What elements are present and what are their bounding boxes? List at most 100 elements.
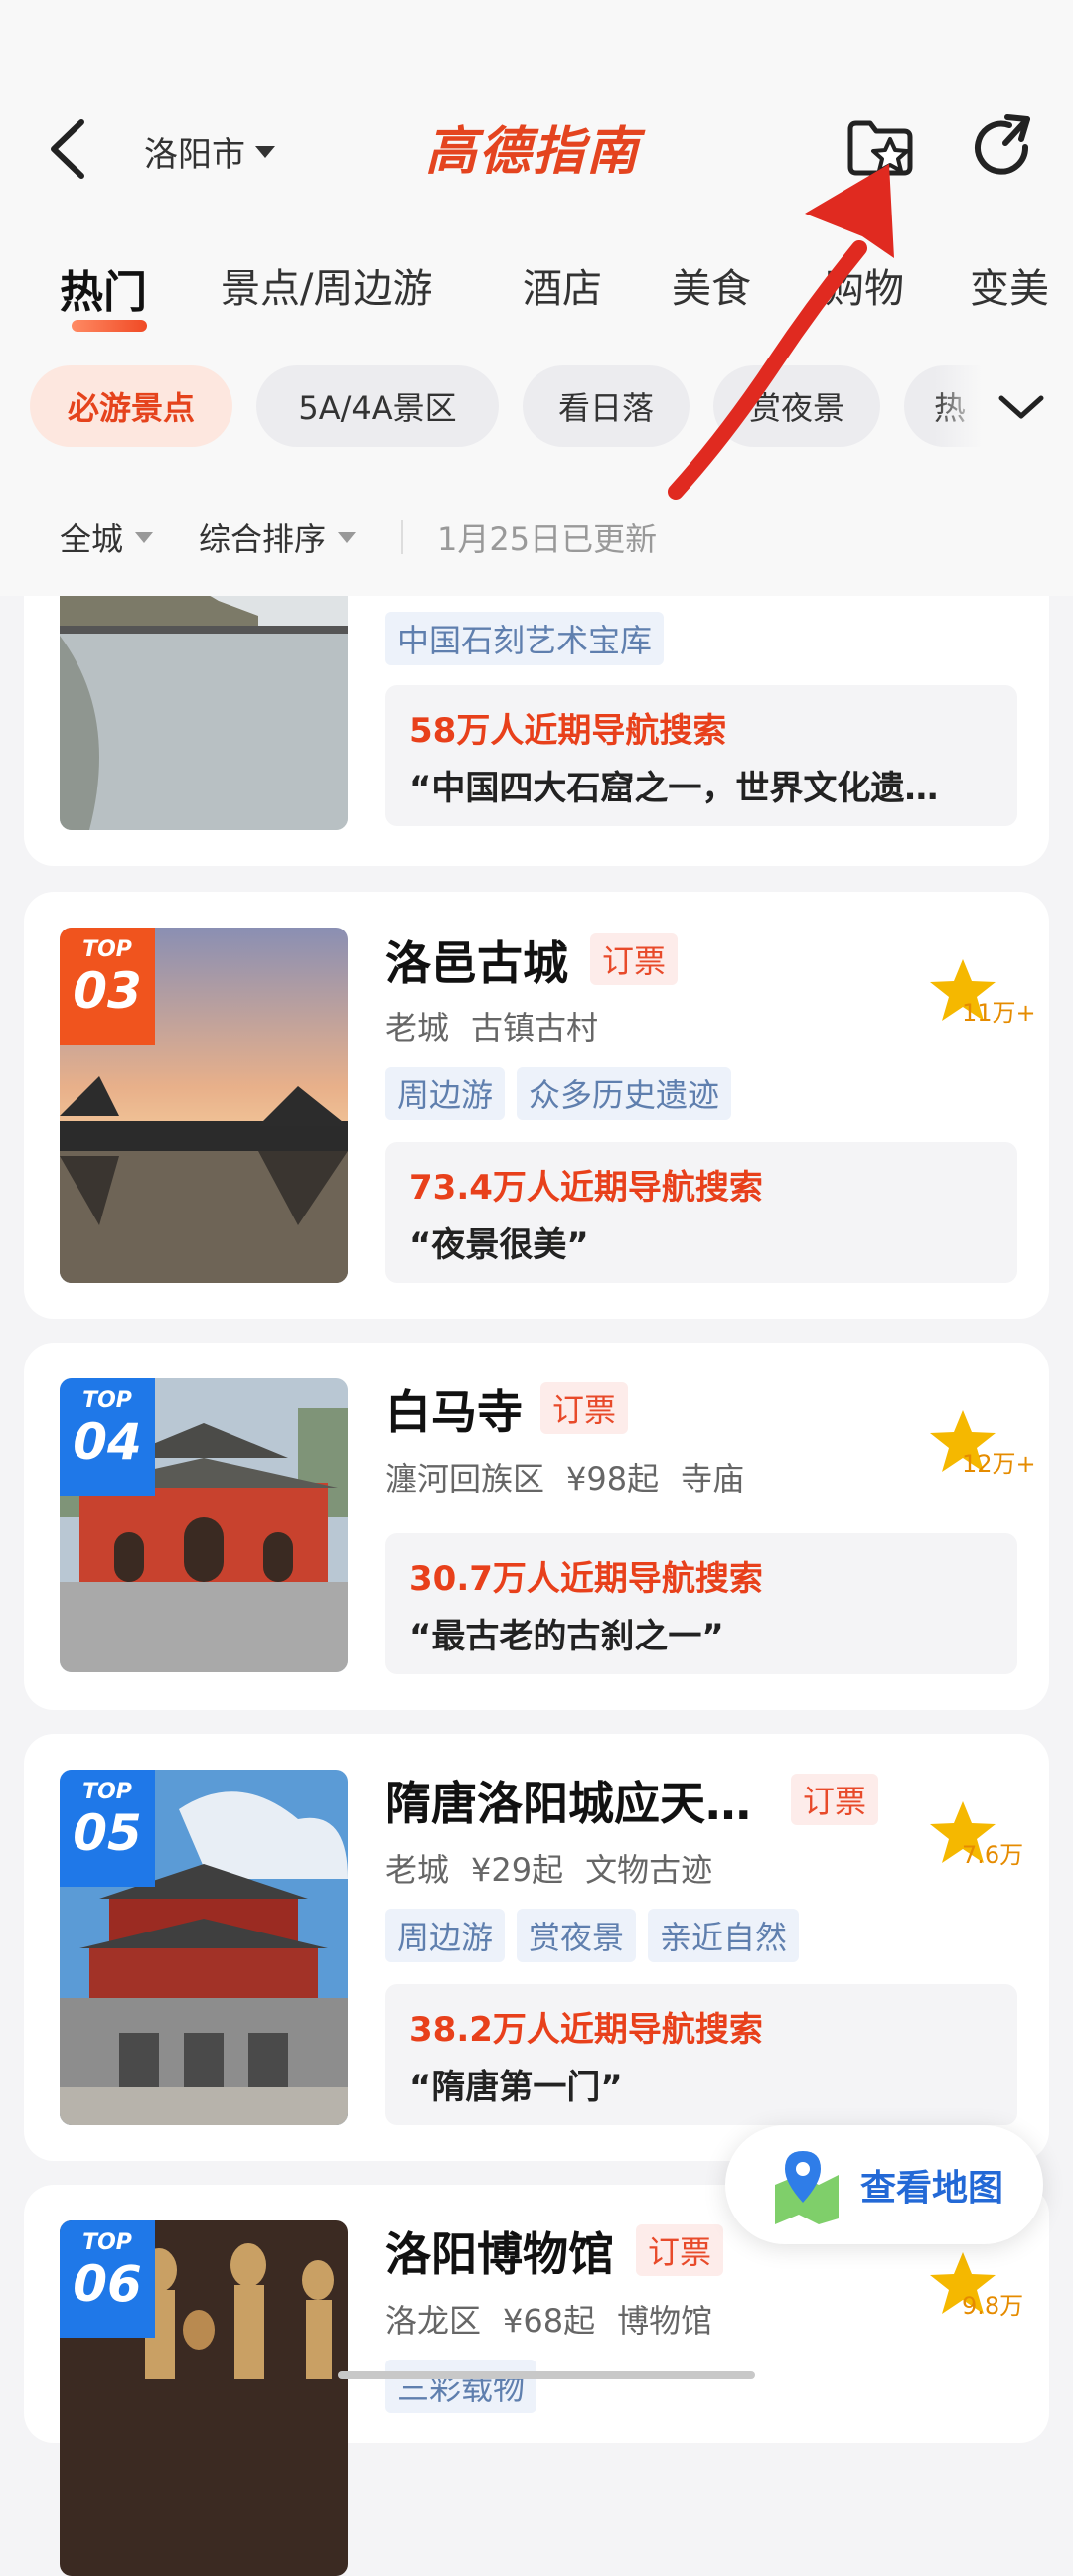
- scope-label: 全城: [60, 520, 124, 558]
- chip-sunset[interactable]: 看日落: [523, 365, 690, 447]
- spot-district: 瀍河回族区: [385, 1460, 545, 1498]
- back-arrow-icon[interactable]: [40, 114, 99, 184]
- chevron-down-icon[interactable]: [994, 382, 1049, 432]
- share-icon[interactable]: [966, 109, 1041, 185]
- spot-photo: [60, 556, 348, 830]
- spot-tags: 三彩载物: [385, 2360, 537, 2413]
- spot-photo: TOP 03: [60, 928, 348, 1283]
- active-tab-indicator: [72, 320, 147, 332]
- search-count: 30.7万人近期导航搜索: [409, 1559, 763, 1599]
- tab-hotel[interactable]: 酒店: [523, 256, 602, 314]
- spot-card[interactable]: TOP 03 洛邑古城 订票 老城 古镇古村 周边游 众多历史遗迹 73.4万人近…: [24, 892, 1049, 1319]
- spot-price: ¥98起: [566, 1460, 660, 1498]
- spot-meta: 瀍河回族区 ¥98起 寺庙: [385, 1454, 766, 1500]
- city-selector[interactable]: 洛阳市: [144, 127, 275, 176]
- spot-tag: 周边游: [385, 1067, 506, 1120]
- rating-value: 7.6万: [962, 1841, 1024, 1869]
- spot-card[interactable]: TOP 04 白马寺 订票 瀍河回族区 ¥98起 寺庙 30.7万人近期导航搜索 “…: [24, 1343, 1049, 1710]
- tab-hot[interactable]: 热门: [60, 256, 147, 320]
- spot-tags: 周边游 众多历史遗迹: [385, 1067, 732, 1120]
- spot-tags: 中国石刻艺术宝库: [385, 612, 665, 665]
- chevron-down-icon: [255, 145, 275, 158]
- spot-tag: 中国石刻艺术宝库: [385, 612, 665, 665]
- review-quote: “中国四大石窟之一，世界文化遗…: [409, 769, 939, 808]
- review-quote: “夜景很美”: [409, 1225, 589, 1265]
- spot-tag: 三彩载物: [385, 2360, 537, 2413]
- rank-badge: TOP 06: [60, 2220, 155, 2338]
- ticket-badge[interactable]: 订票: [791, 1774, 879, 1825]
- folder-star-icon[interactable]: [843, 109, 918, 185]
- rating-value: 9.8万: [962, 2292, 1024, 2320]
- spot-price: ¥29起: [471, 1851, 564, 1889]
- spot-photo: TOP 05: [60, 1770, 348, 2125]
- chip-must-visit[interactable]: 必游景点: [30, 365, 232, 447]
- spot-meta: 老城 ¥29起 文物古迹: [385, 1845, 734, 1891]
- spot-card[interactable]: TOP 05 隋唐洛阳城应天… 订票 老城 ¥29起 文物古迹 周边游 赏夜景 亲近…: [24, 1734, 1049, 2161]
- spot-tag: 周边游: [385, 1909, 506, 1962]
- top-header: 洛阳市 高德指南 热门 景点/周边游 酒店 美食 购物 变美 必游景点 5A/4…: [0, 0, 1073, 596]
- spot-tag: 赏夜景: [517, 1909, 637, 1962]
- rank-number: 06: [73, 2255, 142, 2313]
- app-logo: 高德指南: [425, 122, 641, 182]
- spot-photo: TOP 06: [60, 2220, 348, 2576]
- rank-top-label: TOP: [82, 937, 132, 962]
- spot-district: 洛龙区: [385, 2302, 482, 2340]
- rank-top-label: TOP: [82, 1780, 132, 1804]
- review-quote: “最古老的古刹之一”: [409, 1617, 724, 1656]
- spot-photo: TOP 04: [60, 1378, 348, 1672]
- spot-price: ¥68起: [503, 2302, 596, 2340]
- chevron-down-icon: [338, 531, 357, 543]
- spot-category: 古镇古村: [471, 1009, 599, 1047]
- spot-title: 洛阳博物馆: [385, 2227, 614, 2281]
- filter-bar: 全城 综合排序 1月25日已更新: [60, 514, 657, 560]
- spot-district: 老城: [385, 1851, 450, 1889]
- ticket-badge[interactable]: 订票: [636, 2224, 724, 2276]
- rating-value: 11万+: [962, 999, 1036, 1027]
- rank-badge: TOP 04: [60, 1378, 155, 1496]
- search-count: 73.4万人近期导航搜索: [409, 1168, 763, 1208]
- search-stats-box: 30.7万人近期导航搜索 “最古老的古刹之一”: [385, 1533, 1017, 1674]
- ticket-badge[interactable]: 订票: [540, 1382, 629, 1434]
- rank-number: 03: [73, 962, 142, 1020]
- spot-card-partial[interactable]: 中国石刻艺术宝库 58万人近期导航搜索 “中国四大石窟之一，世界文化遗…: [24, 556, 1049, 866]
- chevron-down-icon: [135, 531, 154, 543]
- spot-title: 洛邑古城: [385, 936, 568, 990]
- search-stats-box: 38.2万人近期导航搜索 “隋唐第一门”: [385, 1984, 1017, 2125]
- search-stats-box: 58万人近期导航搜索 “中国四大石窟之一，世界文化遗…: [385, 685, 1017, 826]
- sort-filter[interactable]: 综合排序: [199, 514, 357, 560]
- search-count: 38.2万人近期导航搜索: [409, 2010, 763, 2050]
- sort-label: 综合排序: [199, 520, 327, 558]
- rating-badge: 9.8万: [918, 2250, 1037, 2340]
- spot-meta: 洛龙区 ¥68起 博物馆: [385, 2296, 734, 2342]
- chip-5a4a[interactable]: 5A/4A景区: [256, 365, 499, 447]
- filter-chips: 必游景点 5A/4A景区 看日落 赏夜景 热: [0, 365, 1073, 447]
- tab-scenic[interactable]: 景点/周边游: [221, 256, 432, 314]
- tab-food[interactable]: 美食: [672, 256, 751, 314]
- tab-shopping[interactable]: 购物: [825, 256, 904, 314]
- spot-title: 隋唐洛阳城应天…: [385, 1777, 751, 1830]
- city-label: 洛阳市: [144, 135, 245, 175]
- divider: [401, 520, 404, 554]
- rating-badge: 12万+: [918, 1408, 1037, 1498]
- spot-category: 博物馆: [617, 2302, 713, 2340]
- ticket-badge[interactable]: 订票: [590, 933, 679, 985]
- rank-badge: TOP 03: [60, 928, 155, 1045]
- map-pin-icon: [775, 2151, 839, 2224]
- rating-value: 12万+: [962, 1450, 1036, 1478]
- search-count: 58万人近期导航搜索: [409, 711, 727, 751]
- rank-top-label: TOP: [82, 2230, 132, 2255]
- spot-district: 老城: [385, 1009, 450, 1047]
- tab-beauty[interactable]: 变美: [970, 256, 1049, 314]
- scope-filter[interactable]: 全城: [60, 514, 154, 560]
- spot-tag: 众多历史遗迹: [517, 1067, 732, 1120]
- rating-badge: 7.6万: [918, 1799, 1037, 1889]
- home-indicator: [338, 2371, 755, 2379]
- view-map-label: 查看地图: [860, 2168, 1004, 2209]
- spot-category: 文物古迹: [585, 1851, 713, 1889]
- search-stats-box: 73.4万人近期导航搜索 “夜景很美”: [385, 1142, 1017, 1283]
- review-quote: “隋唐第一门”: [409, 2068, 623, 2107]
- rank-number: 04: [73, 1413, 142, 1471]
- category-tabs: 热门 景点/周边游 酒店 美食 购物 变美: [0, 248, 1073, 328]
- view-map-button[interactable]: 查看地图: [725, 2125, 1043, 2244]
- chip-night-view[interactable]: 赏夜景: [713, 365, 880, 447]
